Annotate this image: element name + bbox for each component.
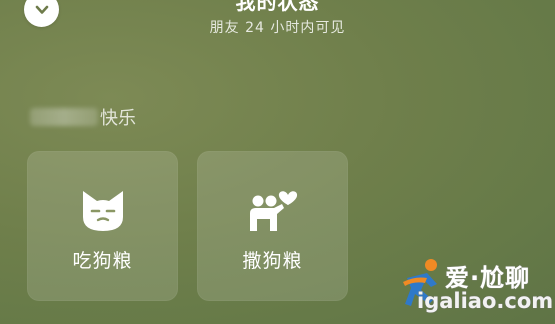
page-title: 我的状态 — [235, 0, 320, 14]
section-label: 快乐 — [100, 108, 136, 129]
blurred-name — [30, 108, 98, 126]
cat-face-icon — [27, 187, 178, 235]
watermark-brand: 爱·尬聊 — [445, 264, 531, 292]
status-card-chi-gouliang[interactable]: 吃狗粮 — [27, 151, 178, 301]
status-label: 吃狗粮 — [72, 250, 133, 272]
status-label: 撒狗粮 — [242, 250, 303, 272]
section-header: 快乐 — [30, 104, 136, 130]
couple-heart-icon — [197, 187, 348, 235]
visibility-subtitle: 朋友 24 小时内可见 — [209, 20, 346, 36]
status-card-sa-gouliang[interactable]: 撒狗粮 — [197, 151, 348, 301]
watermark-domain: igaliao.com — [417, 289, 554, 313]
watermark: 爱·尬聊 igaliao.com — [401, 256, 554, 318]
